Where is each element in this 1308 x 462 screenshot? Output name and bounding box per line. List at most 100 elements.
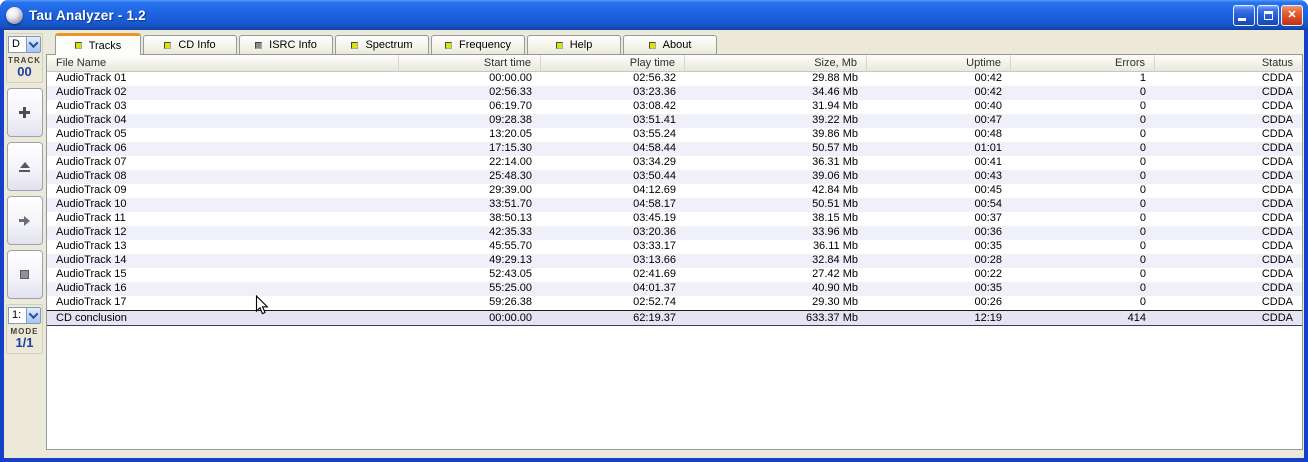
cell-start-time: 55:25.00 [399,282,541,296]
column-header-play-time[interactable]: Play time [541,55,685,72]
eject-button[interactable] [7,142,43,191]
cell-uptime: 00:48 [867,128,1011,142]
table-row[interactable]: AudioTrack 1449:29.1303:13.6632.84 Mb00:… [47,254,1302,268]
tab-state-icon [556,42,563,49]
cell-uptime: 00:37 [867,212,1011,226]
minimize-button[interactable] [1233,5,1255,26]
tab-spectrum[interactable]: Spectrum [335,35,429,54]
title-bar[interactable]: Tau Analyzer - 1.2 ✕ [0,0,1308,30]
cell-play-time: 03:55.24 [541,128,685,142]
cell-uptime: 00:42 [867,72,1011,86]
play-button[interactable] [7,196,43,245]
cell-size-mb: 29.88 Mb [685,72,867,86]
cell-start-time: 59:26.38 [399,296,541,310]
cell-start-time: 06:19.70 [399,100,541,114]
summary-cell-file-name: CD conclusion [47,310,399,326]
tab-tracks[interactable]: Tracks [55,33,141,55]
cell-file-name: AudioTrack 17 [47,296,399,310]
summary-row[interactable]: CD conclusion00:00.0062:19.37633.37 Mb12… [47,310,1302,326]
cell-start-time: 13:20.05 [399,128,541,142]
table-row[interactable]: AudioTrack 1759:26.3802:52.7429.30 Mb00:… [47,296,1302,310]
cell-uptime: 00:47 [867,114,1011,128]
tab-isrc-info[interactable]: ISRC Info [239,35,333,54]
column-header-start-time[interactable]: Start time [399,55,541,72]
mode-ratio: 1/1 [8,336,41,350]
column-header-size-mb[interactable]: Size, Mb [685,55,867,72]
table-row[interactable]: AudioTrack 0306:19.7003:08.4231.94 Mb00:… [47,100,1302,114]
maximize-button[interactable] [1257,5,1279,26]
cell-start-time: 38:50.13 [399,212,541,226]
cell-errors: 0 [1011,142,1155,156]
table-row[interactable]: AudioTrack 0202:56.3303:23.3634.46 Mb00:… [47,86,1302,100]
table-row[interactable]: AudioTrack 0100:00.0002:56.3229.88 Mb00:… [47,72,1302,86]
cell-play-time: 02:41.69 [541,268,685,282]
close-button[interactable]: ✕ [1281,5,1303,26]
transport-buttons [7,88,43,299]
tab-state-icon [255,42,262,49]
summary-cell-status: CDDA [1155,310,1302,326]
cell-file-name: AudioTrack 09 [47,184,399,198]
cell-start-time: 02:56.33 [399,86,541,100]
table-row[interactable]: AudioTrack 0825:48.3003:50.4439.06 Mb00:… [47,170,1302,184]
cell-size-mb: 50.57 Mb [685,142,867,156]
cell-start-time: 33:51.70 [399,198,541,212]
cell-play-time: 03:34.29 [541,156,685,170]
cell-errors: 0 [1011,240,1155,254]
table-row[interactable]: AudioTrack 1552:43.0502:41.6927.42 Mb00:… [47,268,1302,282]
summary-cell-start-time: 00:00.00 [399,310,541,326]
cell-play-time: 04:58.17 [541,198,685,212]
cell-file-name: AudioTrack 13 [47,240,399,254]
table-row[interactable]: AudioTrack 1655:25.0004:01.3740.90 Mb00:… [47,282,1302,296]
tab-state-icon [445,42,452,49]
cell-size-mb: 39.22 Mb [685,114,867,128]
cell-status: CDDA [1155,128,1302,142]
plus-icon [19,107,30,118]
cell-size-mb: 31.94 Mb [685,100,867,114]
summary-cell-uptime: 12:19 [867,310,1011,326]
column-header-status[interactable]: Status [1155,55,1302,72]
add-track-button[interactable] [7,88,43,137]
cell-status: CDDA [1155,268,1302,282]
tab-bar: Tracks CD Info ISRC Info Spectrum FrequencyH… [46,30,1303,54]
table-row[interactable]: AudioTrack 1138:50.1303:45.1938.15 Mb00:… [47,212,1302,226]
cell-errors: 0 [1011,100,1155,114]
tab-state-icon [164,42,171,49]
table-row[interactable]: AudioTrack 1242:35.3303:20.3633.96 Mb00:… [47,226,1302,240]
cell-status: CDDA [1155,72,1302,86]
tab-help[interactable]: Help [527,35,621,54]
tab-frequency[interactable]: Frequency [431,35,525,54]
drive-track-group: D TRACK 00 [6,33,43,83]
table-row[interactable]: AudioTrack 0513:20.0503:55.2439.86 Mb00:… [47,128,1302,142]
drive-combobox[interactable]: D [8,36,41,53]
drive-dropdown-button[interactable] [26,36,41,53]
cell-file-name: AudioTrack 15 [47,268,399,282]
cell-play-time: 03:20.36 [541,226,685,240]
column-header-errors[interactable]: Errors [1011,55,1155,72]
cell-errors: 0 [1011,198,1155,212]
stop-button[interactable] [7,250,43,299]
cell-status: CDDA [1155,100,1302,114]
mode-dropdown-button[interactable] [26,307,41,324]
cell-size-mb: 34.46 Mb [685,86,867,100]
table-row[interactable]: AudioTrack 0722:14.0003:34.2936.31 Mb00:… [47,156,1302,170]
tab-about[interactable]: About [623,35,717,54]
table-row[interactable]: AudioTrack 1345:55.7003:33.1736.11 Mb00:… [47,240,1302,254]
table-row[interactable]: AudioTrack 0929:39.0004:12.6942.84 Mb00:… [47,184,1302,198]
cell-size-mb: 36.31 Mb [685,156,867,170]
column-header-uptime[interactable]: Uptime [867,55,1011,72]
table-row[interactable]: AudioTrack 1033:51.7004:58.1750.51 Mb00:… [47,198,1302,212]
cell-play-time: 03:23.36 [541,86,685,100]
cell-file-name: AudioTrack 11 [47,212,399,226]
cell-uptime: 00:35 [867,240,1011,254]
table-row[interactable]: AudioTrack 0617:15.3004:58.4450.57 Mb01:… [47,142,1302,156]
cell-status: CDDA [1155,240,1302,254]
cell-play-time: 03:33.17 [541,240,685,254]
mode-combobox[interactable]: 1: [8,307,41,324]
cell-status: CDDA [1155,156,1302,170]
cell-start-time: 29:39.00 [399,184,541,198]
column-header-file-name[interactable]: File Name [47,55,399,72]
tab-cd-info[interactable]: CD Info [143,35,237,54]
tab-label: Spectrum [365,39,412,51]
table-row[interactable]: AudioTrack 0409:28.3803:51.4139.22 Mb00:… [47,114,1302,128]
tab-label: CD Info [178,39,215,51]
